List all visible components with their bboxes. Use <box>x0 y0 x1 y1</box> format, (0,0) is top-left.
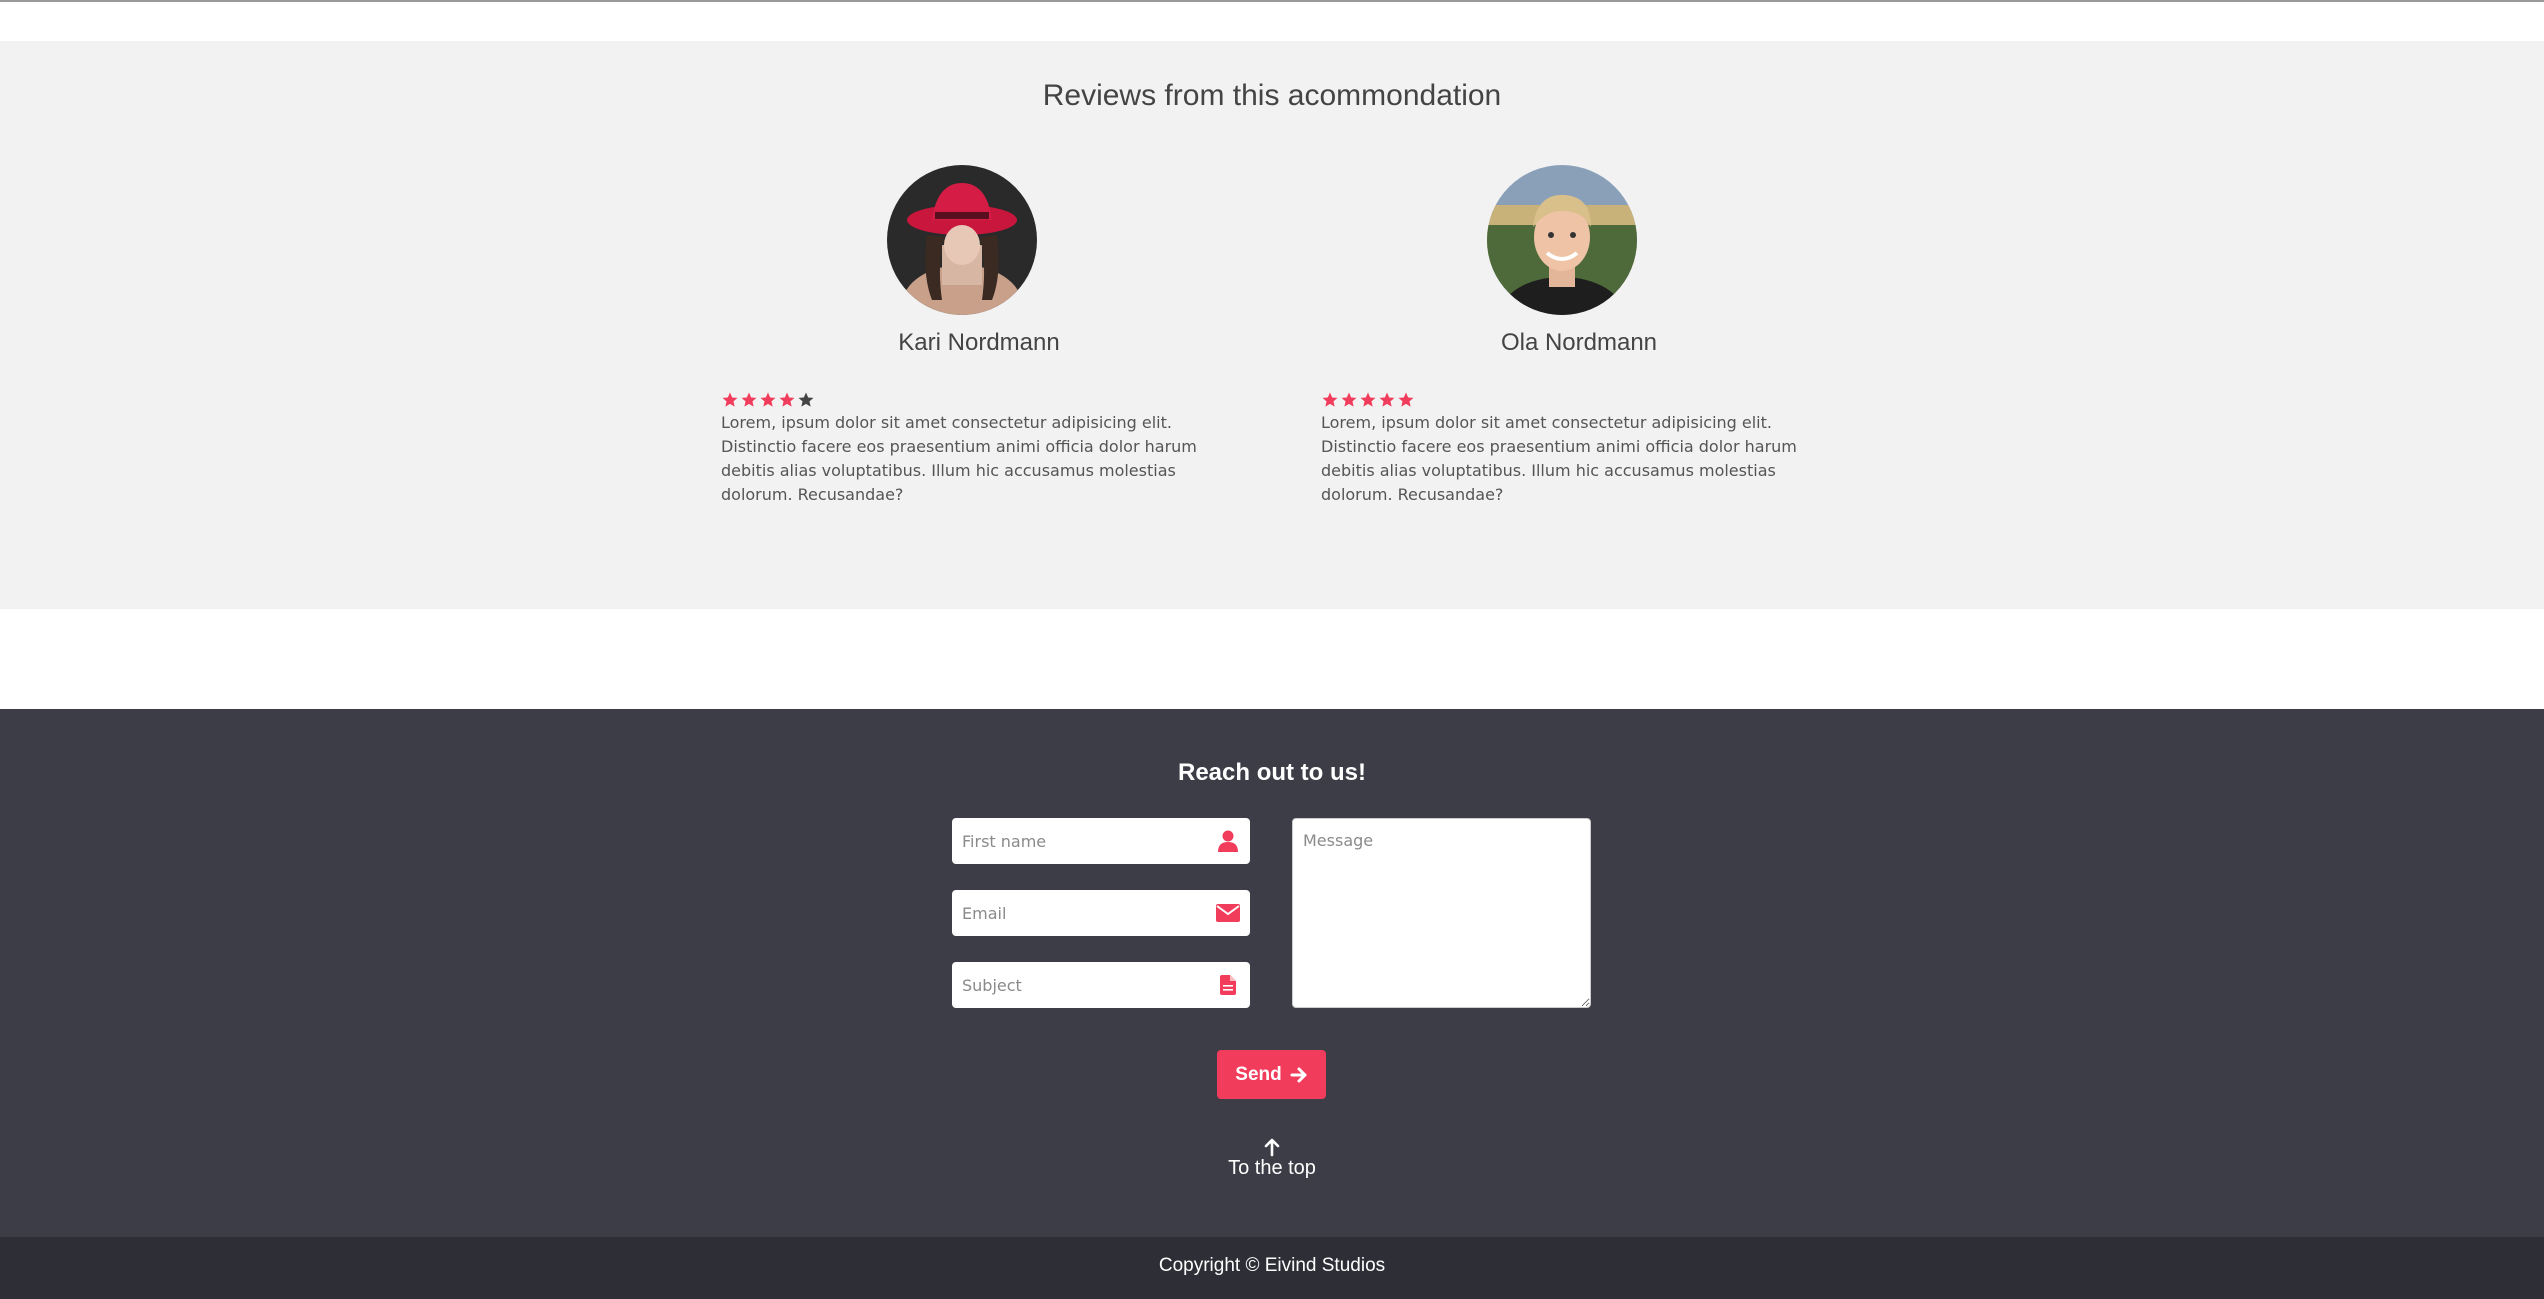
star-rating <box>1321 391 1415 411</box>
contact-title: Reach out to us! <box>1177 759 1366 786</box>
email-input[interactable] <box>952 890 1206 936</box>
reviews-section: Reviews from this acommondation Kari Nor… <box>0 41 2544 609</box>
top-divider <box>0 0 2544 2</box>
message-field <box>1292 818 1591 1008</box>
star-rating <box>721 391 815 411</box>
contact-footer: Reach out to us! Send To the top <box>0 709 2544 1237</box>
review-text: Lorem, ipsum dolor sit amet consectetur … <box>721 413 1197 504</box>
reviews-title: Reviews from this acommondation <box>1042 79 1502 112</box>
copyright-text: Copyright © Eivind Studios <box>1158 1255 1386 1276</box>
to-top-link[interactable]: To the top <box>1172 1137 1372 1180</box>
star-icon <box>798 392 814 407</box>
star-icon <box>1360 392 1376 407</box>
star-icon <box>741 392 757 407</box>
arrow-right-icon <box>1290 1067 1307 1082</box>
send-label: Send <box>1235 1063 1282 1085</box>
star-icon <box>779 392 795 407</box>
star-icon <box>1379 392 1395 407</box>
star-icon <box>722 392 738 407</box>
document-icon <box>1206 962 1250 1008</box>
reviewer-name: Kari Nordmann <box>898 329 1060 356</box>
copyright-bar: Copyright © Eivind Studios <box>0 1237 2544 1299</box>
avatar <box>1487 165 1637 315</box>
arrow-up-icon <box>1172 1137 1372 1159</box>
review-text: Lorem, ipsum dolor sit amet consectetur … <box>1321 413 1797 504</box>
user-icon <box>1206 818 1250 864</box>
first-name-input[interactable] <box>952 818 1206 864</box>
message-textarea[interactable] <box>1293 819 1590 1007</box>
avatar <box>887 165 1037 315</box>
send-button[interactable]: Send <box>1217 1050 1326 1099</box>
to-top-label: To the top <box>1228 1157 1316 1179</box>
subject-field <box>952 962 1250 1008</box>
star-icon <box>1341 392 1357 407</box>
subject-input[interactable] <box>952 962 1206 1008</box>
first-name-field <box>952 818 1250 864</box>
email-field <box>952 890 1250 936</box>
star-icon <box>760 392 776 407</box>
star-icon <box>1322 392 1338 407</box>
star-icon <box>1398 392 1414 407</box>
envelope-icon <box>1206 890 1250 936</box>
reviewer-name: Ola Nordmann <box>1500 329 1658 356</box>
